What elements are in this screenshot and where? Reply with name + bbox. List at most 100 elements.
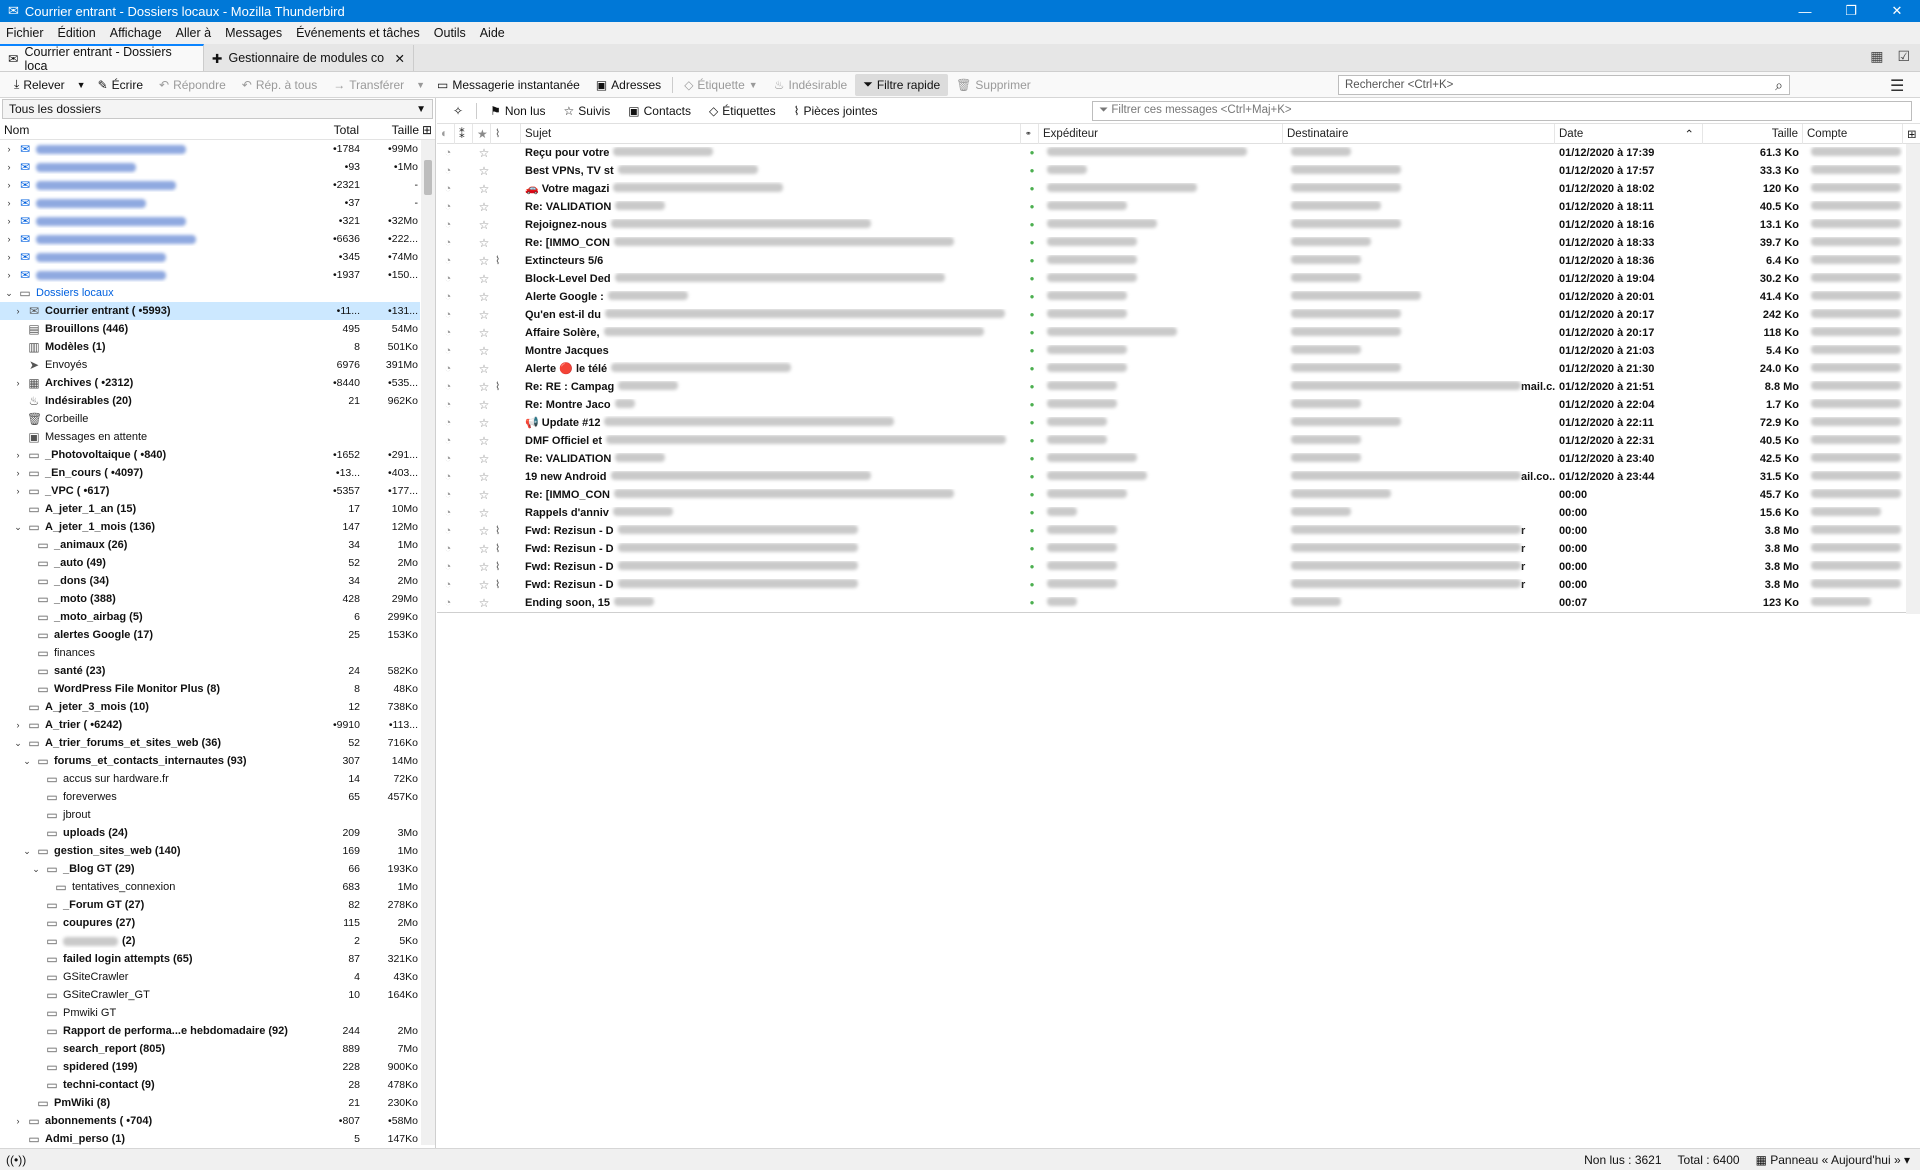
folder-row[interactable]: ▭ alertes Google (17) 25 153Ko: [0, 626, 420, 644]
chevron-down-icon[interactable]: ⌄: [4, 288, 14, 299]
reply-all-button[interactable]: ↶ Rép. à tous: [234, 74, 325, 96]
col-account[interactable]: Compte: [1803, 123, 1903, 144]
chevron-right-icon[interactable]: ›: [13, 1116, 23, 1126]
forward-button[interactable]: → Transférer: [325, 74, 412, 96]
folder-row[interactable]: › ✉ •321 •32Mo: [0, 212, 420, 230]
thread-status-icon[interactable]: ◔: [437, 561, 455, 573]
folder-row[interactable]: ⌄ ▭ _Blog GT (29) 66 193Ko: [0, 860, 420, 878]
message-row[interactable]: ◔ ☆ Affaire Solère, ● 01/12/2020 à 20:17 118 …: [437, 324, 1920, 342]
junk-status-icon[interactable]: ●: [1021, 382, 1039, 391]
junk-status-icon[interactable]: ●: [1021, 580, 1039, 589]
tasks-icon[interactable]: ☑: [1897, 48, 1910, 65]
minimize-button[interactable]: —: [1782, 0, 1828, 22]
folder-row[interactable]: ▭ uploads (24) 209 3Mo: [0, 824, 420, 842]
chevron-right-icon[interactable]: ›: [13, 720, 23, 730]
folder-row[interactable]: › ▭ _En_cours ( •4097) •13... •403...: [0, 464, 420, 482]
folder-view-selector[interactable]: Tous les dossiers ▼: [2, 99, 433, 119]
star-icon[interactable]: ☆: [473, 344, 491, 358]
chevron-right-icon[interactable]: ›: [4, 252, 14, 262]
tab-addons[interactable]: ✚ Gestionnaire de modules co ✕: [204, 45, 414, 71]
chevron-right-icon[interactable]: ›: [4, 180, 14, 190]
junk-status-icon[interactable]: ●: [1021, 292, 1039, 301]
chevron-right-icon[interactable]: ›: [4, 270, 14, 280]
message-row[interactable]: ◔ ☆ Montre Jacques ● 01/12/2020 à 21:03 5.4 K…: [437, 342, 1920, 360]
message-row[interactable]: ◔ ☆ ⌇ Fwd: Rezisun - D ● r 00:00 3.8 Mo: [437, 576, 1920, 594]
message-row[interactable]: ◔ ☆ DMF Officiel et ● 01/12/2020 à 22:31 40.5…: [437, 432, 1920, 450]
folder-row[interactable]: ▭ finances: [0, 644, 420, 662]
message-row[interactable]: ◔ ☆ Re: VALIDATION ● 01/12/2020 à 18:11 40.5 …: [437, 198, 1920, 216]
thread-status-icon[interactable]: ◔: [437, 345, 455, 357]
app-menu-icon[interactable]: ☰: [1890, 76, 1904, 96]
star-icon[interactable]: ☆: [473, 164, 491, 178]
message-row[interactable]: ◔ ☆ Reçu pour votre ● 01/12/2020 à 17:39 61.3…: [437, 144, 1920, 162]
folder-row[interactable]: ▭ A_jeter_3_mois (10) 12 738Ko: [0, 698, 420, 716]
junk-status-icon[interactable]: ●: [1021, 544, 1039, 553]
filter-tags-button[interactable]: ◇ Étiquettes: [701, 102, 784, 120]
message-row[interactable]: ◔ ☆ ⌇ Fwd: Rezisun - D ● r 00:00 3.8 Mo: [437, 558, 1920, 576]
restore-button[interactable]: ❐: [1828, 0, 1874, 22]
thread-status-icon[interactable]: ◔: [437, 435, 455, 447]
chevron-down-icon[interactable]: ⌄: [13, 738, 23, 749]
star-icon[interactable]: ☆: [473, 326, 491, 340]
folder-row[interactable]: ▭ techni-contact (9) 28 478Ko: [0, 1076, 420, 1094]
menu-messages[interactable]: Messages: [225, 26, 282, 40]
folder-row[interactable]: › ✉ •93 •1Mo: [0, 158, 420, 176]
junk-status-icon[interactable]: ●: [1021, 508, 1039, 517]
thread-status-icon[interactable]: ◔: [437, 363, 455, 375]
junk-status-icon[interactable]: ●: [1021, 202, 1039, 211]
junk-status-icon[interactable]: ●: [1021, 166, 1039, 175]
junk-status-icon[interactable]: ●: [1021, 400, 1039, 409]
chevron-down-icon[interactable]: ⌄: [13, 522, 23, 533]
quick-filter-button[interactable]: ⏷ Filtre rapide: [855, 73, 949, 96]
col-size[interactable]: Taille: [1703, 123, 1803, 144]
chevron-down-icon[interactable]: ⌄: [31, 864, 41, 875]
thread-status-icon[interactable]: ◔: [437, 453, 455, 465]
junk-status-icon[interactable]: ●: [1021, 490, 1039, 499]
folder-row[interactable]: ⌄ ▭ Dossiers locaux: [0, 284, 420, 302]
search-icon[interactable]: ⌕: [1775, 77, 1783, 94]
thread-status-icon[interactable]: ◔: [437, 237, 455, 249]
junk-status-icon[interactable]: ●: [1021, 454, 1039, 463]
message-row[interactable]: ◔ ☆ 📢 Update #12 ● 01/12/2020 à 22:11 72.9 Ko: [437, 414, 1920, 432]
junk-status-icon[interactable]: ●: [1021, 436, 1039, 445]
thread-status-icon[interactable]: ◔: [437, 381, 455, 393]
message-row[interactable]: ◔ ☆ Ending soon, 15 ● 00:07 123 Ko: [437, 594, 1920, 612]
tag-button[interactable]: ◇ Étiquette ▼: [676, 74, 766, 96]
col-name[interactable]: Nom: [4, 123, 299, 137]
filter-unread-button[interactable]: ⚑ Non lus: [482, 102, 553, 120]
thread-status-icon[interactable]: ◔: [437, 273, 455, 285]
folder-row[interactable]: ▭ spidered (199) 228 900Ko: [0, 1058, 420, 1076]
folder-row[interactable]: › ▭ _VPC ( •617) •5357 •177...: [0, 482, 420, 500]
thread-status-icon[interactable]: ◔: [437, 525, 455, 537]
junk-button[interactable]: ♨ Indésirable: [766, 74, 855, 96]
folder-row[interactable]: ▣ Messages en attente: [0, 428, 420, 446]
col-star-icon[interactable]: ★: [473, 123, 491, 144]
menu-evenements[interactable]: Événements et tâches: [296, 26, 420, 40]
col-subject[interactable]: Sujet: [521, 123, 1021, 144]
close-window-button[interactable]: ✕: [1874, 0, 1920, 22]
junk-status-icon[interactable]: ●: [1021, 472, 1039, 481]
get-messages-button[interactable]: ⤓ Relever: [6, 74, 73, 96]
menu-outils[interactable]: Outils: [434, 26, 466, 40]
junk-status-icon[interactable]: ●: [1021, 184, 1039, 193]
star-icon[interactable]: ☆: [473, 272, 491, 286]
star-icon[interactable]: ☆: [473, 560, 491, 574]
folder-row[interactable]: ➤ Envoyés 6976 391Mo: [0, 356, 420, 374]
col-thread-icon[interactable]: ◐: [437, 123, 455, 144]
folder-row[interactable]: ▭ _animaux (26) 34 1Mo: [0, 536, 420, 554]
junk-status-icon[interactable]: ●: [1021, 562, 1039, 571]
col-junk-icon[interactable]: ⚭: [1021, 123, 1039, 144]
message-row[interactable]: ◔ ☆ Rejoignez-nous ● 01/12/2020 à 18:16 13.1 …: [437, 216, 1920, 234]
folder-row[interactable]: ▭ _moto (388) 428 29Mo: [0, 590, 420, 608]
connection-icon[interactable]: ((•)): [0, 1153, 26, 1167]
star-icon[interactable]: ☆: [473, 308, 491, 322]
folder-row[interactable]: › ▭ abonnements ( •704) •807 •58Mo: [0, 1112, 420, 1130]
col-size[interactable]: Taille: [359, 123, 419, 137]
forward-dropdown-icon[interactable]: ▼: [412, 80, 429, 90]
star-icon[interactable]: ☆: [473, 290, 491, 304]
junk-status-icon[interactable]: ●: [1021, 364, 1039, 373]
thread-status-icon[interactable]: ◔: [437, 597, 455, 609]
filter-contacts-button[interactable]: ▣ Contacts: [620, 102, 699, 120]
message-scrollbar[interactable]: [1906, 144, 1920, 614]
chevron-right-icon[interactable]: ›: [13, 306, 23, 316]
